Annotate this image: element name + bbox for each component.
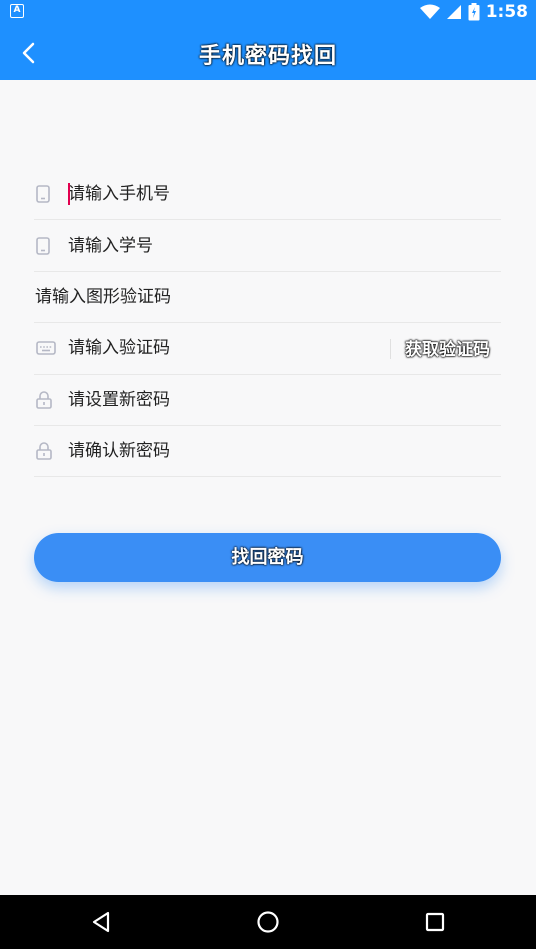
recover-password-button[interactable]: 找回密码 bbox=[34, 533, 501, 582]
captcha-row bbox=[34, 271, 501, 324]
student-id-input[interactable] bbox=[68, 220, 501, 271]
app-notification-icon: A bbox=[10, 4, 24, 18]
status-icons: 1:58 bbox=[419, 0, 528, 24]
system-nav-bar bbox=[0, 895, 536, 949]
nav-back-button[interactable] bbox=[86, 907, 116, 937]
sms-code-row: 获取验证码 bbox=[34, 323, 501, 375]
phone-input[interactable] bbox=[68, 169, 501, 220]
phone-icon bbox=[34, 236, 68, 255]
new-password-input[interactable] bbox=[68, 374, 501, 425]
keyboard-icon bbox=[34, 341, 68, 356]
new-password-row bbox=[34, 374, 501, 426]
lock-icon bbox=[34, 442, 68, 460]
confirm-password-row bbox=[34, 425, 501, 478]
clock: 1:58 bbox=[485, 2, 528, 22]
phone-row bbox=[34, 169, 501, 221]
back-triangle-icon bbox=[92, 911, 110, 933]
cellular-signal-icon bbox=[446, 5, 461, 19]
student-id-row bbox=[34, 220, 501, 272]
lock-icon bbox=[34, 390, 68, 409]
text-cursor bbox=[68, 183, 70, 205]
get-code-button[interactable]: 获取验证码 bbox=[405, 335, 490, 360]
confirm-password-input[interactable] bbox=[68, 425, 501, 477]
recents-square-icon bbox=[425, 912, 445, 932]
home-circle-icon bbox=[257, 911, 279, 933]
nav-home-button[interactable] bbox=[253, 907, 283, 937]
page-title: 手机密码找回 bbox=[198, 44, 337, 69]
status-bar: A 1:58 bbox=[0, 0, 536, 24]
nav-recents-button[interactable] bbox=[420, 907, 450, 937]
captcha-input[interactable] bbox=[34, 271, 501, 323]
divider bbox=[390, 339, 391, 360]
wifi-icon bbox=[419, 4, 440, 19]
app-bar: 手机密码找回 bbox=[0, 24, 536, 80]
password-reset-form: 获取验证码 bbox=[34, 169, 501, 478]
phone-icon bbox=[34, 185, 68, 203]
battery-icon bbox=[468, 3, 480, 21]
